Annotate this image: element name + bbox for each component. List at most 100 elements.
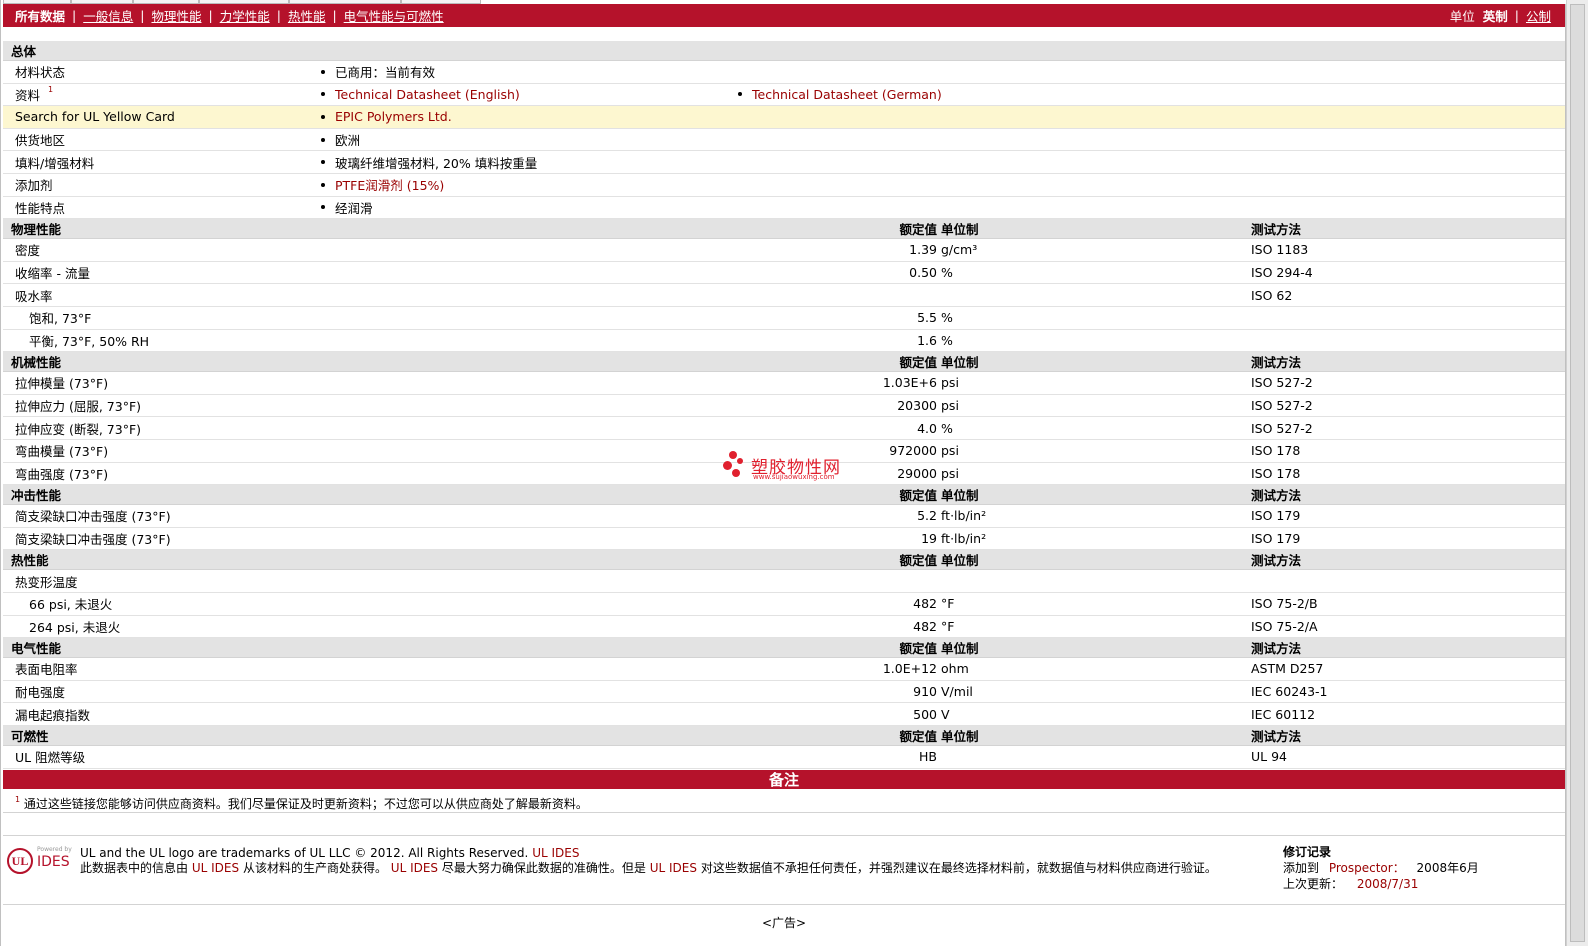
nav-link-general[interactable]: 一般信息 bbox=[83, 6, 133, 25]
property-name: 耐电强度 bbox=[15, 685, 66, 701]
section-header-general: 总体 bbox=[3, 41, 1565, 61]
property-test-method: ISO 527-2 bbox=[1251, 398, 1313, 414]
property-unit: psi bbox=[941, 443, 959, 459]
divider bbox=[3, 835, 1565, 836]
section-title: 总体 bbox=[11, 44, 37, 59]
bullet-icon bbox=[321, 114, 325, 119]
general-value-text: 经润滑 bbox=[335, 200, 373, 216]
column-header-value: 额定值 bbox=[899, 553, 937, 569]
property-row: 收缩率 - 流量 0.50% ISO 294-4 bbox=[3, 262, 1565, 285]
general-row-value: Technical Datasheet (English) bbox=[321, 84, 520, 106]
scrollbar-thumb[interactable] bbox=[1570, 4, 1585, 942]
property-unit: ft·lb/in² bbox=[941, 531, 987, 547]
supplier-link[interactable]: EPIC Polymers Ltd. bbox=[335, 109, 452, 124]
property-test-method: ISO 75-2/B bbox=[1251, 596, 1318, 612]
general-row-value: Technical Datasheet (German) bbox=[738, 84, 942, 106]
column-header-value: 额定值 bbox=[899, 488, 937, 504]
nav-all-data[interactable]: 所有数据 bbox=[15, 6, 65, 25]
section-title: 机械性能 bbox=[11, 355, 62, 371]
column-header-test: 测试方法 bbox=[1251, 355, 1302, 371]
general-row-label[interactable]: Search for UL Yellow Card bbox=[15, 106, 175, 128]
bullet-icon bbox=[321, 205, 325, 210]
property-row: 拉伸模量 (73°F) 1.03E+6 psi ISO 527-2 bbox=[3, 372, 1565, 395]
property-name: 吸水率 bbox=[15, 288, 53, 304]
property-row: 吸水率 ISO 62 bbox=[3, 284, 1565, 307]
vertical-scrollbar[interactable] bbox=[1566, 0, 1588, 946]
ul-logo-mark: UL bbox=[7, 848, 33, 874]
general-row: 供货地区 欧洲 bbox=[3, 129, 1565, 152]
disclaimer-text: 尽最大努力确保此数据的准确性。但是 bbox=[441, 861, 646, 875]
property-unit: % bbox=[941, 420, 953, 436]
column-header-test: 测试方法 bbox=[1251, 222, 1302, 238]
nav-link-mechanical[interactable]: 力学性能 bbox=[220, 6, 270, 25]
ul-ides-link[interactable]: UL IDES bbox=[532, 846, 579, 860]
property-name: 收缩率 - 流量 bbox=[15, 266, 90, 282]
ul-ides-link[interactable]: UL IDES bbox=[650, 861, 697, 875]
section-header: 可燃性 额定值 单位制 测试方法 bbox=[3, 726, 1565, 746]
property-value: 482 bbox=[913, 618, 937, 634]
supplier-link[interactable]: PTFE润滑剂 (15%) bbox=[335, 175, 444, 194]
general-row-value: EPIC Polymers Ltd. bbox=[321, 106, 452, 128]
disclaimer-text: 从该材料的生产商处获得。 bbox=[242, 861, 387, 875]
property-name: 平衡, 73°F, 50% RH bbox=[29, 333, 150, 349]
property-unit: V bbox=[941, 706, 950, 722]
property-name: 表面电阻率 bbox=[15, 662, 78, 678]
property-value: 1.03E+6 bbox=[882, 375, 937, 391]
logo-ides-text: IDES bbox=[37, 854, 70, 870]
ul-ides-logo[interactable]: UL Powered by IDES bbox=[7, 846, 73, 878]
property-test-method: ISO 1183 bbox=[1251, 242, 1309, 258]
general-row-label: 性能特点 bbox=[15, 200, 66, 216]
section-title: 热性能 bbox=[11, 553, 49, 569]
general-row-value: 已商用：当前有效 bbox=[321, 61, 435, 83]
section-header: 机械性能 额定值 单位制 测试方法 bbox=[3, 352, 1565, 373]
notes-header: 备注 bbox=[3, 770, 1565, 789]
bullet-icon bbox=[321, 160, 325, 165]
supplier-link[interactable]: Technical Datasheet (English) bbox=[335, 87, 520, 102]
property-name: 弯曲模量 (73°F) bbox=[15, 444, 109, 460]
general-row: 资料 1 Technical Datasheet (English) Technica… bbox=[3, 84, 1565, 107]
ul-ides-link[interactable]: UL IDES bbox=[391, 861, 438, 875]
watermark-dots-icon bbox=[723, 449, 745, 481]
property-value: 19 bbox=[921, 531, 937, 547]
ad-placeholder[interactable]: <广告> bbox=[1, 914, 1567, 931]
property-value: 5.2 bbox=[917, 508, 937, 524]
revision-title: 修订记录 bbox=[1283, 845, 1332, 859]
property-test-method: IEC 60112 bbox=[1251, 706, 1316, 722]
property-value: 1.39 bbox=[909, 242, 937, 258]
section-title: 冲击性能 bbox=[11, 488, 62, 504]
footnote: 1 通过这些链接您能够访问供应商资料。我们尽量保证及时更新资料；不过您可以从供应… bbox=[15, 795, 588, 812]
section-title: 可燃性 bbox=[11, 729, 49, 744]
column-header-unit: 单位制 bbox=[941, 355, 979, 371]
property-row: 简支梁缺口冲击强度 (73°F) 5.2 ft·lb/in² ISO 179 bbox=[3, 505, 1565, 528]
nav-link-physical[interactable]: 物理性能 bbox=[151, 6, 201, 25]
column-header-test: 测试方法 bbox=[1251, 488, 1302, 504]
bullet-icon bbox=[321, 182, 325, 187]
column-header-unit: 单位制 bbox=[941, 222, 979, 238]
supplier-link[interactable]: Technical Datasheet (German) bbox=[752, 87, 942, 102]
footnote-marker[interactable]: 1 bbox=[48, 85, 53, 94]
property-test-method: ISO 75-2/A bbox=[1251, 618, 1318, 634]
units-metric-link[interactable]: 公制 bbox=[1526, 6, 1551, 25]
property-name: 热变形温度 bbox=[15, 574, 78, 590]
property-test-method: ISO 294-4 bbox=[1251, 265, 1313, 281]
disclaimer-text: 此数据表中的信息由 bbox=[80, 861, 189, 875]
nav-link-thermal[interactable]: 热性能 bbox=[288, 6, 326, 25]
general-row: Search for UL Yellow Card EPIC Polymers L… bbox=[3, 106, 1565, 129]
column-header-unit: 单位制 bbox=[941, 729, 979, 744]
property-test-method: ISO 62 bbox=[1251, 287, 1293, 303]
property-value: HB bbox=[919, 749, 937, 765]
property-value: 29000 bbox=[897, 465, 937, 481]
divider bbox=[3, 812, 1565, 813]
prospector-link[interactable]: Prospector： bbox=[1329, 861, 1405, 875]
bullet-icon bbox=[321, 69, 325, 74]
property-test-method: ISO 179 bbox=[1251, 531, 1301, 547]
property-row: 饱和, 73°F 5.5% bbox=[3, 307, 1565, 330]
nav-link-electrical[interactable]: 电气性能与可燃性 bbox=[344, 6, 444, 25]
property-unit: g/cm³ bbox=[941, 242, 978, 258]
property-value: 5.5 bbox=[917, 310, 937, 326]
ul-ides-link[interactable]: UL IDES bbox=[192, 861, 239, 875]
datasheet-page: 所有数据 | 一般信息 | 物理性能 | 力学性能 | 热性能 | 电气性能与可… bbox=[0, 0, 1567, 946]
general-row-label: 资料 bbox=[15, 87, 41, 103]
property-unit: psi bbox=[941, 465, 959, 481]
general-row-value: 经润滑 bbox=[321, 197, 373, 219]
